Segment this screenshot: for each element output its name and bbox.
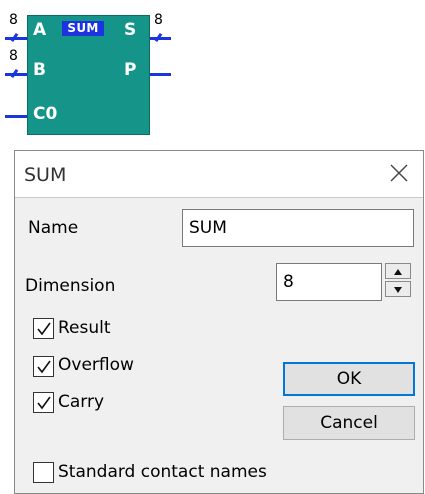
triangle-down-icon — [394, 287, 402, 293]
carry-checkbox[interactable] — [33, 392, 54, 413]
standard-contact-names-label[interactable]: Standard contact names — [58, 462, 267, 482]
spin-up-button[interactable] — [385, 263, 411, 279]
name-input[interactable] — [182, 209, 414, 247]
carry-label[interactable]: Carry — [58, 392, 104, 412]
result-checkbox[interactable] — [33, 318, 54, 339]
pin-s-label: S — [124, 20, 137, 40]
wire-p — [149, 73, 171, 76]
overflow-checkbox[interactable] — [33, 356, 54, 377]
result-label[interactable]: Result — [58, 318, 111, 338]
overflow-label[interactable]: Overflow — [58, 355, 134, 375]
dialog-titlebar[interactable]: SUM — [15, 151, 423, 198]
wire-b — [5, 73, 28, 76]
pin-p-label: P — [124, 60, 137, 80]
sum-symbol[interactable]: 8 8 8 SUM A B C0 S P — [0, 0, 200, 140]
dimension-input[interactable] — [276, 263, 382, 301]
dimension-label: Dimension — [25, 276, 116, 296]
standard-contact-names-checkbox[interactable] — [33, 462, 54, 483]
symbol-title: SUM — [62, 21, 104, 36]
name-label: Name — [28, 218, 79, 238]
triangle-up-icon — [394, 269, 402, 275]
pin-a-label: A — [33, 20, 47, 40]
checkmark-icon — [37, 322, 51, 336]
bus-width-s: 8 — [154, 12, 163, 28]
close-icon[interactable] — [389, 163, 409, 183]
checkmark-icon — [37, 360, 51, 374]
pin-b-label: B — [33, 60, 46, 80]
spin-down-button[interactable] — [385, 281, 411, 297]
dimension-spinner[interactable] — [385, 263, 413, 299]
bus-width-b: 8 — [9, 48, 18, 64]
ok-button[interactable]: OK — [283, 362, 415, 396]
wire-a — [5, 37, 28, 40]
cancel-button[interactable]: Cancel — [283, 406, 415, 440]
dialog-title: SUM — [24, 164, 67, 186]
pin-c0-label: C0 — [33, 104, 58, 124]
bus-width-a: 8 — [9, 12, 18, 28]
checkmark-icon — [37, 396, 51, 410]
wire-c0 — [5, 115, 28, 118]
